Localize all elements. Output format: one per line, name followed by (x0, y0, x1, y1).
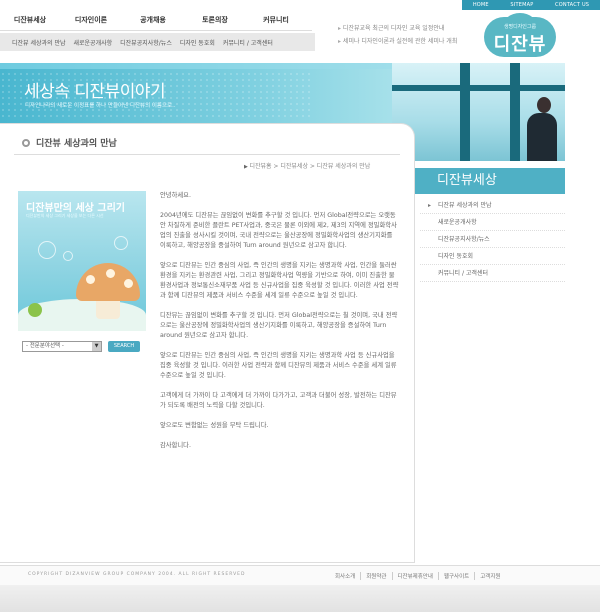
divider (14, 154, 400, 155)
paragraph: 앞으로 디잔뷰는 인간 중심의 사업, 즉 인간의 생명을 지키는 생명과학 사… (160, 352, 397, 379)
footer: COPYRIGHT DIZANVIEW GROUP COMPANY 2004. … (0, 565, 600, 585)
footer-links: 회사소개 회원약관 디잔뷰제휴안내 웹구사이트 고객지원 (330, 572, 505, 580)
bottom-band (0, 585, 600, 612)
person-figure (537, 97, 551, 113)
utility-bar: HOME SITEMAP CONTACT US (462, 0, 600, 10)
section-header: 디잔뷰 세상과의 만남 (22, 136, 117, 149)
person-figure (527, 113, 557, 161)
sub-nav: 디잔뷰 세상과의 만남 새로운공개사항 디잔뷰공지사항/뉴스 디자인 동호회 커… (0, 33, 315, 51)
sidebar-item-meeting[interactable]: 디잔뷰 세상과의 만남 (420, 197, 565, 214)
sub-nav-item-meeting[interactable]: 디잔뷰 세상과의 만남 (12, 38, 66, 47)
sidebar-item-club[interactable]: 디자인 동호회 (420, 248, 565, 265)
sidebar-title: 디잔뷰세상 (415, 168, 565, 194)
logo-text: 디잔뷰 (493, 34, 547, 55)
book-cover-image: 디잔뷰만의 세상 그리기 디잔뷰만의 세상 그리기 세상을 보는 다른 시선 (18, 191, 146, 331)
sub-nav-item-club[interactable]: 디자인 동호회 (180, 38, 215, 47)
main-nav: 디잔뷰세상 디자인이론 공개채용 토론의장 커뮤니티 (0, 9, 312, 31)
search-button[interactable]: SEARCH (108, 341, 140, 352)
hero-title: 세상속 디잔뷰이야기 (24, 82, 166, 102)
paragraph: 고객에게 더 가까이 다 고객에게 더 가까이 다가가고, 고객과 더불어 성장… (160, 392, 397, 409)
footer-link-about[interactable]: 회사소개 (330, 572, 362, 580)
site-logo[interactable]: 생명디자인그룹 디잔뷰 (484, 13, 556, 59)
section-bullet-icon (22, 138, 30, 147)
notice-item[interactable]: 세미나 디자인이론과 실전에 관한 세미나 개최 (338, 35, 457, 48)
tree-decoration (28, 303, 42, 317)
nav-item-recruit[interactable]: 공개채용 (122, 9, 184, 31)
bubble-decoration (63, 251, 73, 261)
mushroom-spot (86, 275, 95, 284)
window-frame (392, 85, 565, 91)
breadcrumb[interactable]: 디잔뷰홈 > 디잔뷰세상 > 디잔뷰 세상과의 만남 (244, 161, 370, 170)
paragraph: 앞으로도 변함없는 성원을 부탁 드립니다. (160, 422, 269, 429)
paragraph: 앞으로 디잔뷰는 인간 중심의 사업, 즉 인간의 생명을 지키는 생명과학 사… (160, 262, 399, 299)
nav-item-world[interactable]: 디잔뷰세상 (0, 9, 60, 31)
field-select[interactable]: - 전문분야선택 - ▼ (22, 341, 102, 352)
paragraph: 안녕하세요. (160, 192, 191, 199)
footer-link-terms[interactable]: 회원약관 (361, 572, 393, 580)
paragraph: 2004년에도 디잔뷰는 끊임없이 변화를 추구할 것 입니다. 먼저 Glob… (160, 212, 397, 249)
util-sitemap-link[interactable]: SITEMAP (510, 2, 533, 8)
logo-tagline: 생명디자인그룹 (503, 24, 537, 30)
book-title: 디잔뷰만의 세상 그리기 (26, 203, 125, 214)
bubble-decoration (114, 236, 128, 250)
sub-nav-item-open[interactable]: 새로운공개사항 (74, 38, 113, 47)
book-subtitle: 디잔뷰만의 세상 그리기 세상을 보는 다른 시선 (26, 213, 104, 218)
footer-link-support[interactable]: 고객지원 (475, 572, 505, 580)
content-panel: 디잔뷰 세상과의 만남 디잔뷰홈 > 디잔뷰세상 > 디잔뷰 세상과의 만남 디… (0, 123, 415, 563)
sub-nav-item-news[interactable]: 디잔뷰공지사항/뉴스 (120, 38, 172, 47)
window-frame (460, 63, 470, 161)
mushroom-spot (106, 269, 115, 278)
util-contact-link[interactable]: CONTACT US (555, 2, 589, 8)
intro-text: 안녕하세요. 2004년에도 디잔뷰는 끊임없이 변화를 추구할 것 입니다. … (160, 191, 400, 461)
notice-list: 디잔뷰교육 최근의 디자인 교육 일정안내 세미나 디자인이론과 실전에 관한 … (338, 22, 457, 48)
sidebar-item-support[interactable]: 커뮤니티 / 고객센터 (420, 265, 565, 282)
footer-link-web[interactable]: 웹구사이트 (439, 572, 476, 580)
nav-item-community[interactable]: 커뮤니티 (246, 9, 306, 31)
hero-subtitle: 디자인나라의 새로운 이정표를 하나 만들어낸 디잔뷰의 이름으로.. (25, 103, 176, 109)
nav-item-debate[interactable]: 토론의장 (184, 9, 246, 31)
util-home-link[interactable]: HOME (473, 2, 489, 8)
sidebar-menu: 디잔뷰 세상과의 만남 새로운공개사항 디잔뷰공지사항/뉴스 디자인 동호회 커… (420, 197, 565, 282)
bubble-decoration (38, 241, 56, 259)
window-frame (510, 63, 520, 161)
paragraph: 디잔뷰는 끊임없이 변화를 추구할 것 입니다. 먼저 Global전략으로는 … (160, 312, 398, 339)
section-title: 디잔뷰 세상과의 만남 (36, 139, 117, 149)
notice-item[interactable]: 디잔뷰교육 최근의 디자인 교육 일정안내 (338, 22, 457, 35)
chevron-down-icon[interactable]: ▼ (92, 342, 101, 351)
field-select-value: - 전문분야선택 - (26, 343, 64, 349)
copyright-text: COPYRIGHT DIZANVIEW GROUP COMPANY 2004. … (28, 572, 246, 577)
window-scene-image (392, 63, 565, 161)
paragraph: 감사합니다. (160, 442, 191, 449)
footer-link-partner[interactable]: 디잔뷰제휴안내 (393, 572, 439, 580)
nav-item-theory[interactable]: 디자인이론 (60, 9, 122, 31)
sub-nav-item-support[interactable]: 커뮤니티 / 고객센터 (223, 38, 273, 47)
sidebar-item-open[interactable]: 새로운공개사항 (420, 214, 565, 231)
sidebar-item-news[interactable]: 디잔뷰공지사항/뉴스 (420, 231, 565, 248)
mushroom-spot (124, 279, 133, 288)
